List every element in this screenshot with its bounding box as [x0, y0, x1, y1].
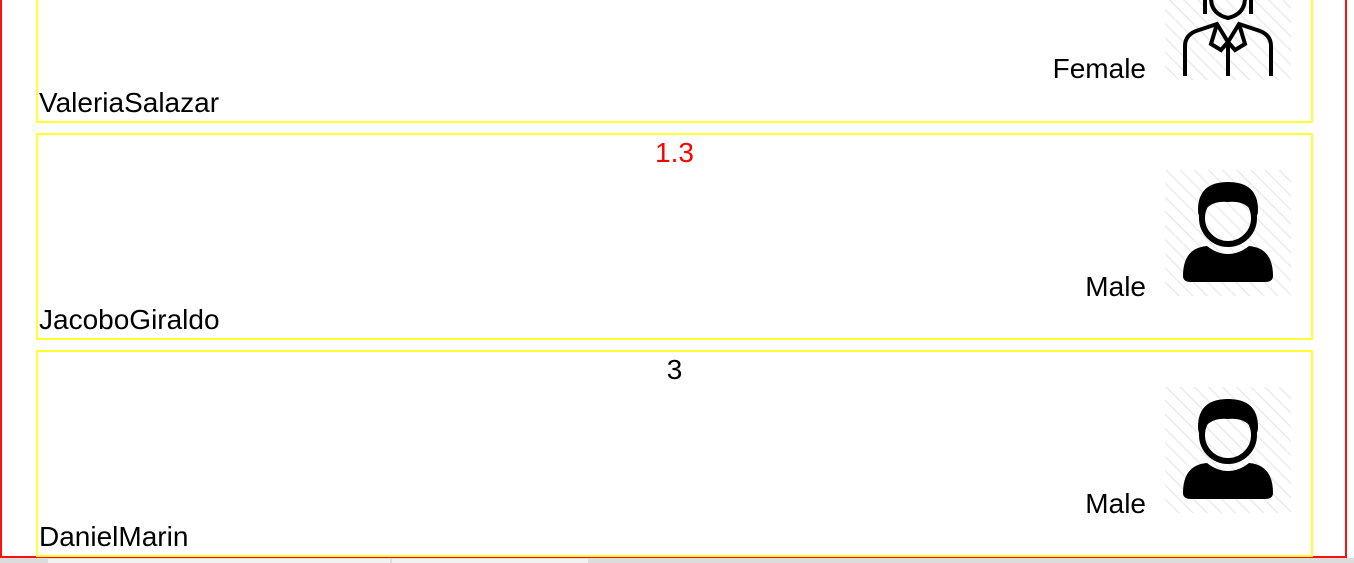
page: Female ValeriaSalazar 1.3 Male JacoboGir…: [0, 0, 1354, 563]
person-card: 3 Male DanielMarin: [36, 350, 1313, 557]
gender-label: Male: [1085, 271, 1146, 302]
person-name: DanielMarin: [39, 521, 189, 552]
horizontal-scrollbar[interactable]: [0, 558, 1354, 563]
person-name: ValeriaSalazar: [39, 87, 220, 118]
person-card: 1.3 Male JacoboGiraldo: [36, 133, 1313, 340]
female-user-icon: [1165, 0, 1291, 80]
score-value: 1.3: [655, 137, 694, 168]
scrollbar-thumb[interactable]: [48, 559, 390, 563]
gender-label: Male: [1085, 488, 1146, 519]
male-user-icon: [1165, 387, 1291, 513]
scrollbar-segment: [392, 559, 588, 563]
person-name: JacoboGiraldo: [39, 304, 220, 335]
person-card: Female ValeriaSalazar: [36, 0, 1313, 123]
male-user-icon: [1165, 170, 1291, 296]
gender-label: Female: [1052, 53, 1146, 84]
score-value: 3: [666, 354, 683, 385]
